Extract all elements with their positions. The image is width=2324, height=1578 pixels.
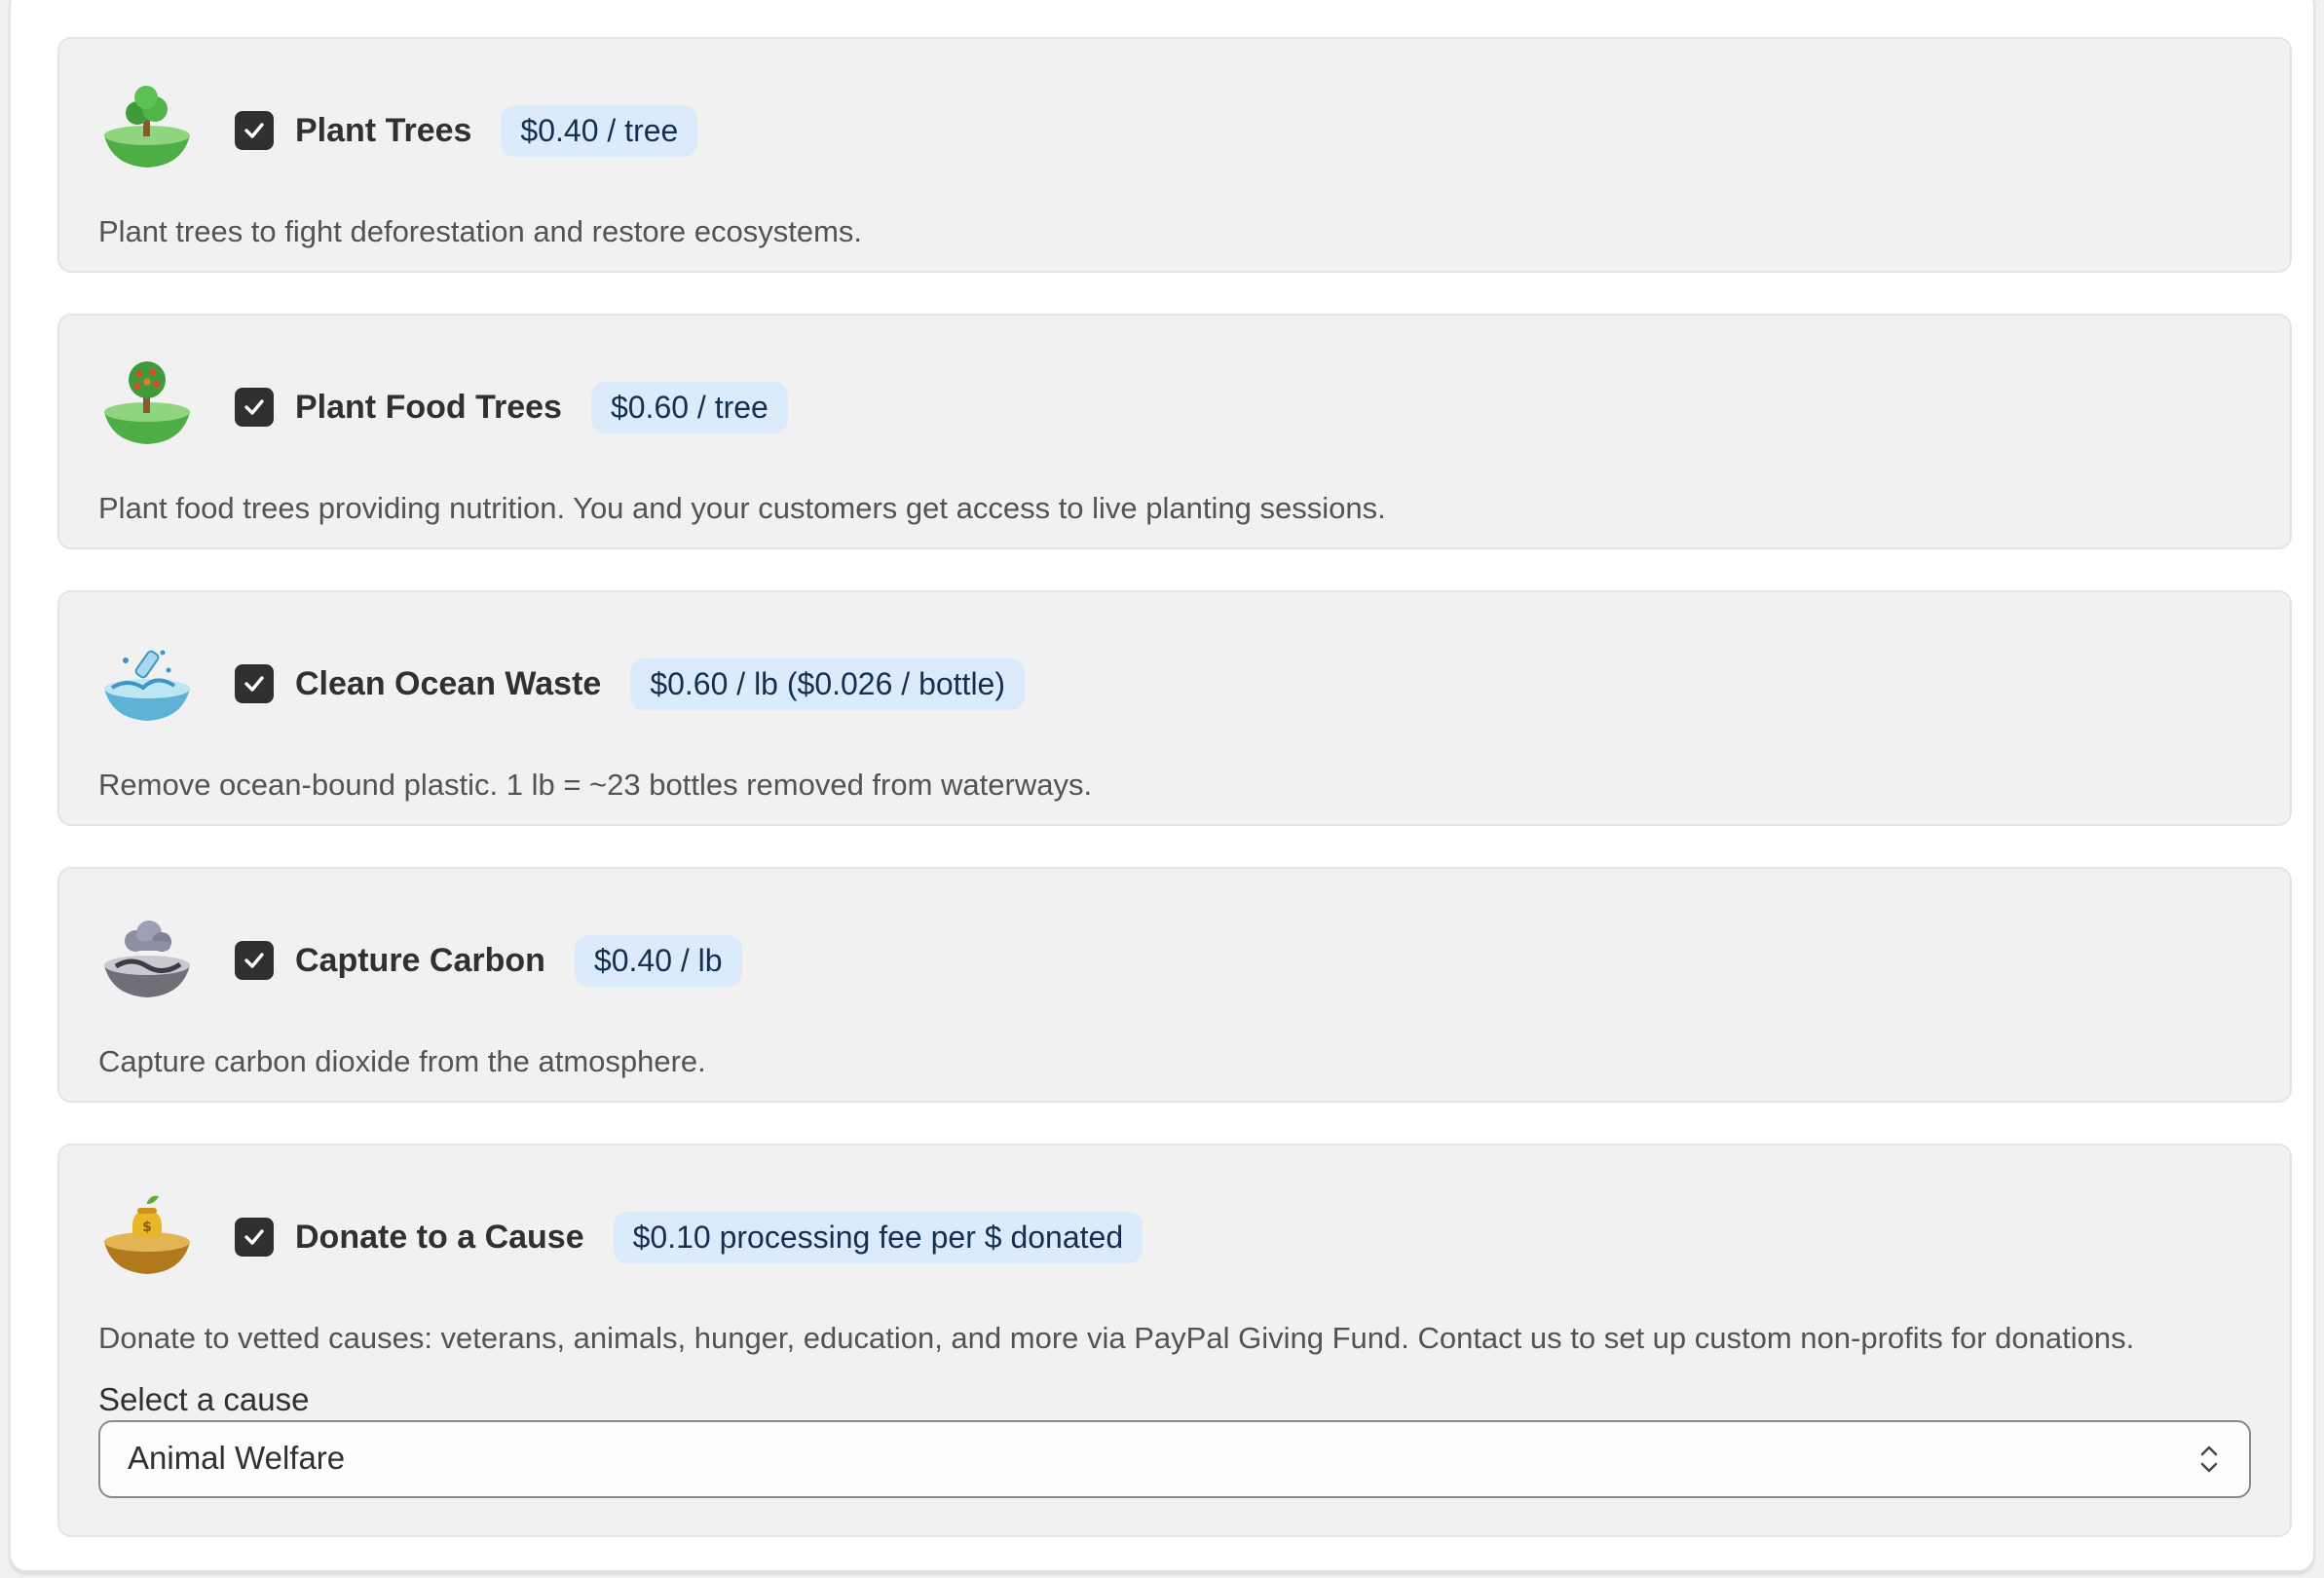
tree-island-icon [98, 82, 196, 179]
option-card-plant-trees: Plant Trees $0.40 / tree Plant trees to … [57, 37, 2292, 273]
option-title: Plant Trees [295, 111, 472, 149]
price-badge: $0.40 / lb [574, 934, 742, 987]
cause-select[interactable]: Animal Welfare [98, 1420, 2251, 1498]
donate-to-a-cause-checkbox[interactable] [235, 1218, 274, 1257]
option-title: Plant Food Trees [295, 388, 562, 426]
option-card-capture-carbon: Capture Carbon $0.40 / lb Capture carbon… [57, 867, 2292, 1103]
option-description: Plant trees to fight deforestation and r… [98, 214, 863, 248]
option-title: Donate to a Cause [295, 1218, 584, 1256]
svg-text:$: $ [142, 1220, 152, 1235]
capture-carbon-checkbox[interactable] [235, 941, 274, 980]
impact-options-panel: Plant Trees $0.40 / tree Plant trees to … [9, 0, 2315, 1572]
option-title: Clean Ocean Waste [295, 664, 602, 702]
price-badge: $0.60 / lb ($0.026 / bottle) [630, 658, 1025, 710]
option-card-clean-ocean-waste: Clean Ocean Waste $0.60 / lb ($0.026 / b… [57, 590, 2292, 826]
select-cause-label: Select a cause [98, 1381, 310, 1417]
option-title: Capture Carbon [295, 941, 545, 979]
plant-trees-checkbox[interactable] [235, 111, 274, 150]
price-badge: $0.40 / tree [501, 104, 698, 157]
donation-bag-icon: $ [98, 1188, 196, 1286]
chevron-up-down-icon [2196, 1440, 2222, 1484]
option-card-donate-to-a-cause: $ Donate to a Cause $0.10 processing fee… [57, 1144, 2292, 1537]
clean-ocean-waste-checkbox[interactable] [235, 664, 274, 703]
option-card-plant-food-trees: Plant Food Trees $0.60 / tree Plant food… [57, 314, 2292, 549]
carbon-cloud-icon [98, 912, 196, 1009]
option-description: Plant food trees providing nutrition. Yo… [98, 491, 1386, 525]
option-description: Remove ocean-bound plastic. 1 lb = ~23 b… [98, 768, 1093, 802]
plant-food-trees-checkbox[interactable] [235, 388, 274, 427]
option-description: Capture carbon dioxide from the atmosphe… [98, 1044, 706, 1078]
price-badge: $0.60 / tree [590, 381, 788, 433]
cause-select-value: Animal Welfare [128, 1440, 346, 1476]
fruit-tree-island-icon [98, 358, 196, 456]
price-badge: $0.10 processing fee per $ donated [613, 1211, 1143, 1263]
option-description: Donate to vetted causes: veterans, anima… [98, 1321, 2135, 1355]
ocean-bottle-icon [98, 635, 196, 733]
